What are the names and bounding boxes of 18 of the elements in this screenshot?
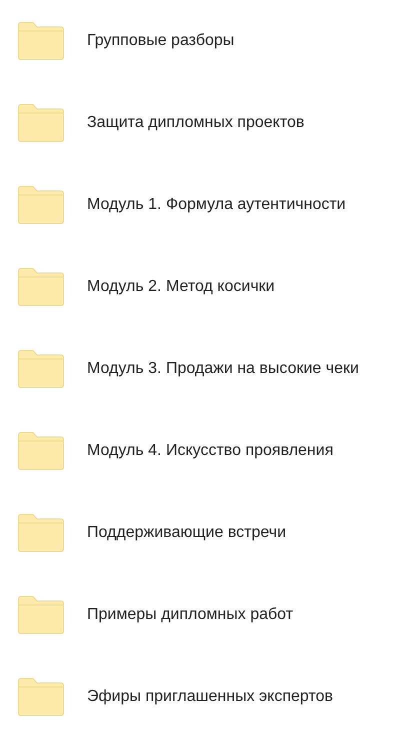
- folder-icon[interactable]: [18, 104, 64, 142]
- folder-icon[interactable]: [18, 432, 64, 470]
- folder-name[interactable]: Модуль 3. Продажи на высокие чеки: [87, 360, 359, 378]
- folder-name[interactable]: Поддерживающие встречи: [87, 524, 286, 542]
- folder-name[interactable]: Модуль 1. Формула аутентичности: [87, 196, 346, 214]
- folder-icon[interactable]: [18, 514, 64, 552]
- folder-icon[interactable]: [18, 22, 64, 60]
- folder-icon[interactable]: [18, 678, 64, 716]
- folder-name[interactable]: Групповые разборы: [87, 32, 234, 50]
- folder-name[interactable]: Модуль 2. Метод косички: [87, 278, 275, 296]
- folder-icon[interactable]: [18, 268, 64, 306]
- folder-icon[interactable]: [18, 596, 64, 634]
- folder-name[interactable]: Примеры дипломных работ: [87, 606, 294, 624]
- folder-icon[interactable]: [18, 186, 64, 224]
- folder-name[interactable]: Защита дипломных проектов: [87, 114, 304, 132]
- folder-name[interactable]: Эфиры приглашенных экспертов: [87, 688, 334, 706]
- folder-name[interactable]: Модуль 4. Искусство проявления: [87, 442, 334, 460]
- folder-icon[interactable]: [18, 350, 64, 388]
